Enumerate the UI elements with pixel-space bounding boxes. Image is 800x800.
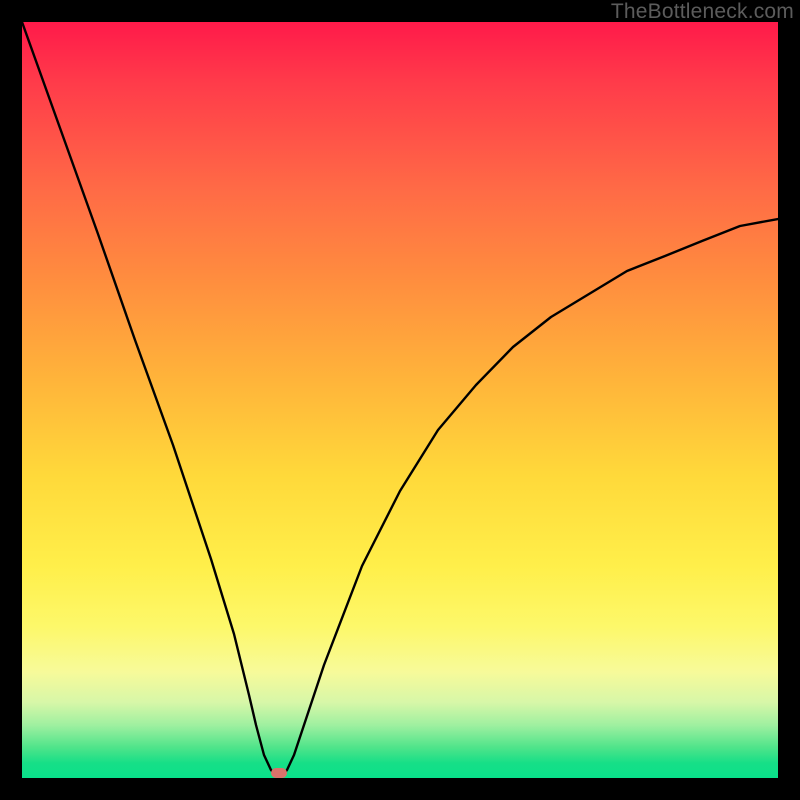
bottleneck-curve (22, 22, 778, 778)
curve-path (22, 22, 778, 778)
chart-frame (22, 22, 778, 778)
watermark-text: TheBottleneck.com (611, 0, 794, 24)
optimum-marker (271, 768, 287, 778)
